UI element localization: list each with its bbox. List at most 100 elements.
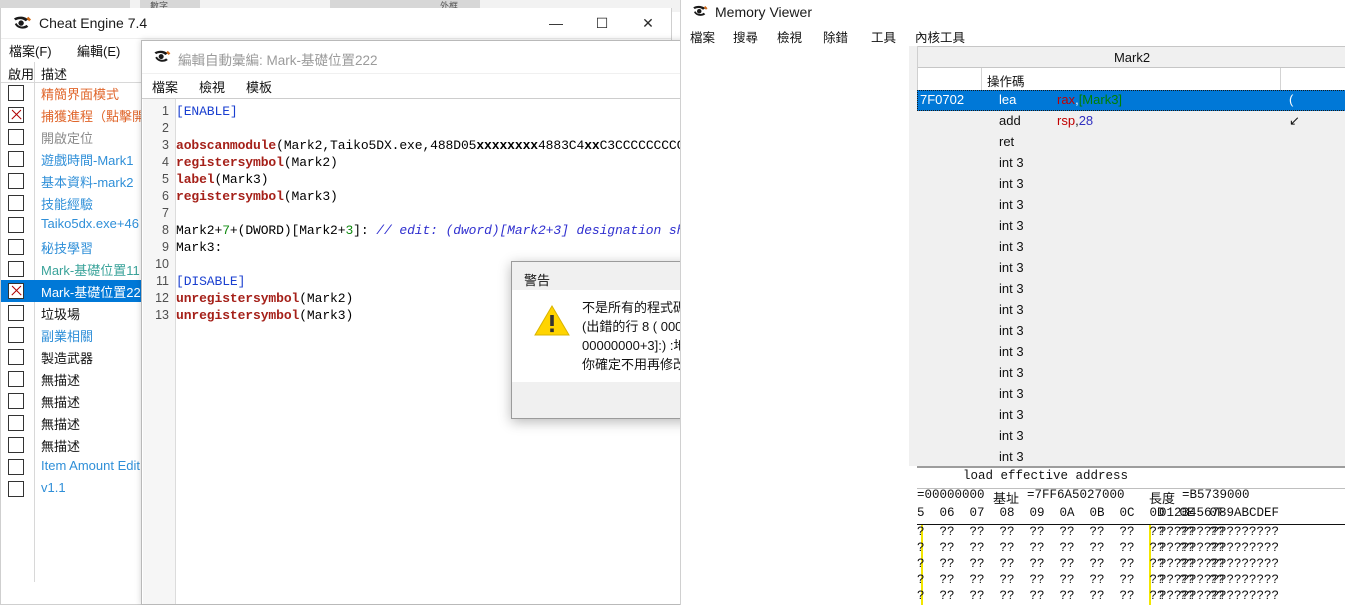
mv-menu-file[interactable]: 檔案 xyxy=(690,27,715,46)
instruction-mnemonic: int 3 xyxy=(999,386,1024,401)
hexview-base-value: =7FF6A5027000 xyxy=(1027,488,1125,502)
row-description: 無描述 xyxy=(41,417,81,432)
row-enable-checkbox[interactable] xyxy=(8,349,24,365)
row-enable-checkbox[interactable] xyxy=(8,481,24,497)
code-line-5: label(Mark3) xyxy=(176,172,269,187)
disassembly-row[interactable]: int 3 xyxy=(917,195,1345,216)
row-enable-checkbox[interactable] xyxy=(8,129,24,145)
mv-menu-view[interactable]: 檢視 xyxy=(777,27,802,46)
row-enable-checkbox[interactable] xyxy=(8,437,24,453)
row-enable-checkbox[interactable] xyxy=(8,195,24,211)
instruction-mnemonic: int 3 xyxy=(999,218,1024,233)
instruction-mnemonic: int 3 xyxy=(999,344,1024,359)
hexview-header-ascii: 0123456789ABCDEF xyxy=(1159,506,1280,520)
row-enable-checkbox[interactable] xyxy=(8,393,24,409)
line-number: 9 xyxy=(162,240,169,254)
row-description: Mark-基礎位置22 xyxy=(41,285,141,300)
hexview-row[interactable]: ? ?? ?? ?? ?? ?? ?? ?? ?? ?? ???????????… xyxy=(917,589,1345,605)
code-line-11: [DISABLE] xyxy=(176,274,246,289)
hexview-ascii: ???????????????? xyxy=(1159,525,1280,539)
mv-menu-search[interactable]: 搜尋 xyxy=(733,27,758,46)
row-enable-checkbox[interactable] xyxy=(8,151,24,167)
mv-menu-debug[interactable]: 除錯 xyxy=(823,27,848,46)
row-description: Mark-基礎位置11 xyxy=(41,263,140,278)
row-enable-checkbox[interactable] xyxy=(8,217,24,233)
row-description: 垃圾場 xyxy=(41,307,81,322)
mv-menu-tools[interactable]: 工具 xyxy=(871,27,896,46)
disassembler-column-headers: 操作碼 xyxy=(917,68,1345,91)
line-number: 1 xyxy=(162,104,169,118)
disassembly-row[interactable]: 7F0702 lea rax,[Mark3] ( xyxy=(917,90,1345,111)
line-number: 2 xyxy=(162,121,169,135)
disassembly-row[interactable]: int 3 xyxy=(917,405,1345,426)
disassembly-row[interactable]: int 3 xyxy=(917,300,1345,321)
row-enable-checkbox[interactable] xyxy=(8,85,24,101)
mv-menu-kerneltools[interactable]: 內核工具 xyxy=(915,27,965,46)
code-line-6: registersymbol(Mark3) xyxy=(176,189,338,204)
row-enable-checkbox[interactable] xyxy=(8,305,24,321)
memory-viewer-title: Memory Viewer xyxy=(715,4,812,20)
cheat-engine-logo-icon xyxy=(13,16,31,29)
cheat-engine-logo-icon xyxy=(154,50,171,62)
row-description: Taiko5dx.exe+46 xyxy=(41,216,139,231)
row-enable-checkbox[interactable] xyxy=(8,261,24,277)
row-enable-checkbox[interactable] xyxy=(8,107,24,123)
editor-menu-file[interactable]: 檔案 xyxy=(152,77,178,96)
hexview-row[interactable]: ? ?? ?? ?? ?? ?? ?? ?? ?? ?? ???????????… xyxy=(917,525,1345,541)
row-enable-checkbox[interactable] xyxy=(8,459,24,475)
instruction-address: 7F0702 xyxy=(920,92,965,107)
row-enable-checkbox[interactable] xyxy=(8,283,24,299)
line-number: 3 xyxy=(162,138,169,152)
disassembly-row[interactable]: int 3 xyxy=(917,216,1345,237)
disassembly-row[interactable]: int 3 xyxy=(917,258,1345,279)
disassembly-row[interactable]: int 3 xyxy=(917,342,1345,363)
hexview-row[interactable]: ? ?? ?? ?? ?? ?? ?? ?? ?? ?? ???????????… xyxy=(917,541,1345,557)
row-enable-checkbox[interactable] xyxy=(8,239,24,255)
close-button[interactable]: ✕ xyxy=(625,8,671,38)
instruction-mnemonic: int 3 xyxy=(999,260,1024,275)
column-header-enabled[interactable]: 啟用 xyxy=(8,64,34,83)
hexview-row[interactable]: ? ?? ?? ?? ?? ?? ?? ?? ?? ?? ???????????… xyxy=(917,573,1345,589)
hexview-length-value: =B5739000 xyxy=(1182,488,1250,502)
minimize-button[interactable]: — xyxy=(533,8,579,38)
disassembly-row[interactable]: add rsp,28 ↙ xyxy=(917,111,1345,132)
disassembly-row[interactable]: ret xyxy=(917,132,1345,153)
disassembly-row[interactable]: int 3 xyxy=(917,384,1345,405)
menu-item-edit[interactable]: 編輯(E) xyxy=(77,41,120,60)
hexview-rows[interactable]: ? ?? ?? ?? ?? ?? ?? ?? ?? ?? ???????????… xyxy=(917,525,1345,605)
row-description: 開啟定位 xyxy=(41,131,94,146)
disassembly-row[interactable]: int 3 xyxy=(917,174,1345,195)
menu-item-file[interactable]: 檔案(F) xyxy=(9,41,52,60)
instruction-comment: ↙ xyxy=(1289,113,1300,128)
warning-triangle-icon xyxy=(534,305,570,336)
instruction-mnemonic: int 3 xyxy=(999,365,1024,380)
editor-menu-view[interactable]: 檢視 xyxy=(199,77,225,96)
row-enable-checkbox[interactable] xyxy=(8,173,24,189)
disassembly-row[interactable]: int 3 xyxy=(917,153,1345,174)
row-enable-checkbox[interactable] xyxy=(8,371,24,387)
disassembly-row[interactable]: int 3 xyxy=(917,363,1345,384)
hexview-ascii: ???????????????? xyxy=(1159,589,1280,603)
row-description: Item Amount Edit xyxy=(41,458,140,473)
line-number: 4 xyxy=(162,155,169,169)
hexview-ascii: ???????????????? xyxy=(1159,557,1280,571)
disassembly-row[interactable]: int 3 xyxy=(917,447,1345,466)
disassembly-row[interactable]: int 3 xyxy=(917,321,1345,342)
code-line-1: [ENABLE] xyxy=(176,104,238,119)
row-description: 製造武器 xyxy=(41,351,94,366)
disassembly-row[interactable]: int 3 xyxy=(917,279,1345,300)
disassembler-list[interactable]: 7F0702 lea rax,[Mark3] (add rsp,28 ↙ ret int 3 i… xyxy=(917,90,1345,466)
row-enable-checkbox[interactable] xyxy=(8,327,24,343)
disassembly-row[interactable]: int 3 xyxy=(917,237,1345,258)
editor-menu-template[interactable]: 模板 xyxy=(246,77,272,96)
warning-dialog-title: 警告 xyxy=(524,273,551,288)
row-enable-checkbox[interactable] xyxy=(8,415,24,431)
hexview-row[interactable]: ? ?? ?? ?? ?? ?? ?? ?? ?? ?? ???????????… xyxy=(917,557,1345,573)
disassembly-row[interactable]: int 3 xyxy=(917,426,1345,447)
column-header-description[interactable]: 描述 xyxy=(41,64,67,83)
row-description: v1.1 xyxy=(41,480,66,495)
maximize-button[interactable]: ☐ xyxy=(579,8,625,38)
row-description: 技能經驗 xyxy=(41,197,94,212)
hexview-ascii: ???????????????? xyxy=(1159,573,1280,587)
column-header-opcode[interactable]: 操作碼 xyxy=(987,71,1025,90)
